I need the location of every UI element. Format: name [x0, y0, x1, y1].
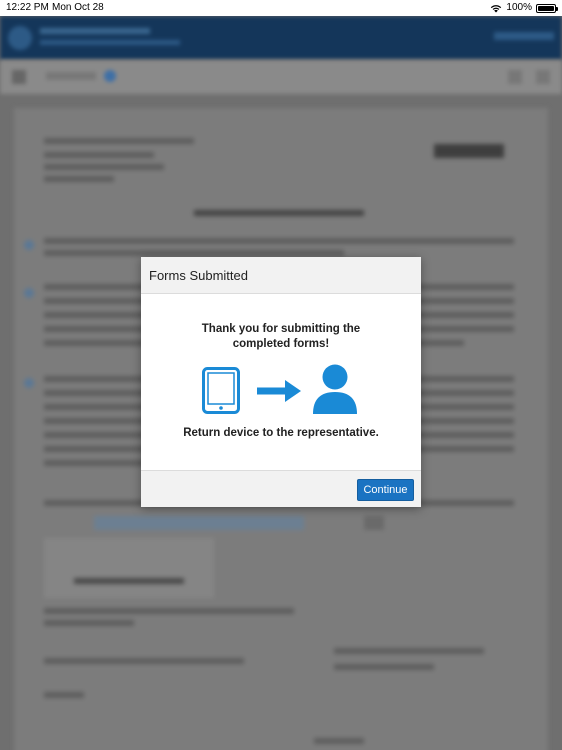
- dialog-header: Forms Submitted: [141, 257, 421, 294]
- arrow-right-icon: [257, 380, 301, 402]
- status-bar: 12:22 PM Mon Oct 28 100%: [0, 0, 562, 16]
- return-device-instruction: Return device to the representative.: [183, 427, 379, 439]
- continue-button[interactable]: Continue: [357, 479, 414, 501]
- status-date: Mon Oct 28: [52, 2, 104, 13]
- wifi-icon: [491, 5, 502, 13]
- battery-percent: 100%: [506, 2, 532, 13]
- dialog-footer: Continue: [141, 470, 421, 507]
- thank-you-message: Thank you for submitting the completed f…: [141, 322, 421, 352]
- battery-fill: [538, 5, 554, 11]
- app-toolbar: [0, 60, 562, 94]
- forms-submitted-dialog: Forms Submitted Thank you for submitting…: [141, 257, 421, 507]
- app-header: [0, 16, 562, 60]
- thank-you-line-2: completed forms!: [232, 338, 330, 350]
- person-icon: [313, 364, 357, 414]
- thank-you-line-1: Thank you for submitting the: [201, 323, 361, 335]
- status-time: 12:22 PM: [6, 2, 49, 13]
- dialog-body: Thank you for submitting the completed f…: [141, 294, 421, 470]
- battery-icon: [536, 3, 558, 13]
- app-logo: [8, 26, 32, 50]
- dialog-title: Forms Submitted: [149, 268, 248, 283]
- tablet-icon: [202, 367, 240, 414]
- status-indicators: 100%: [490, 0, 558, 16]
